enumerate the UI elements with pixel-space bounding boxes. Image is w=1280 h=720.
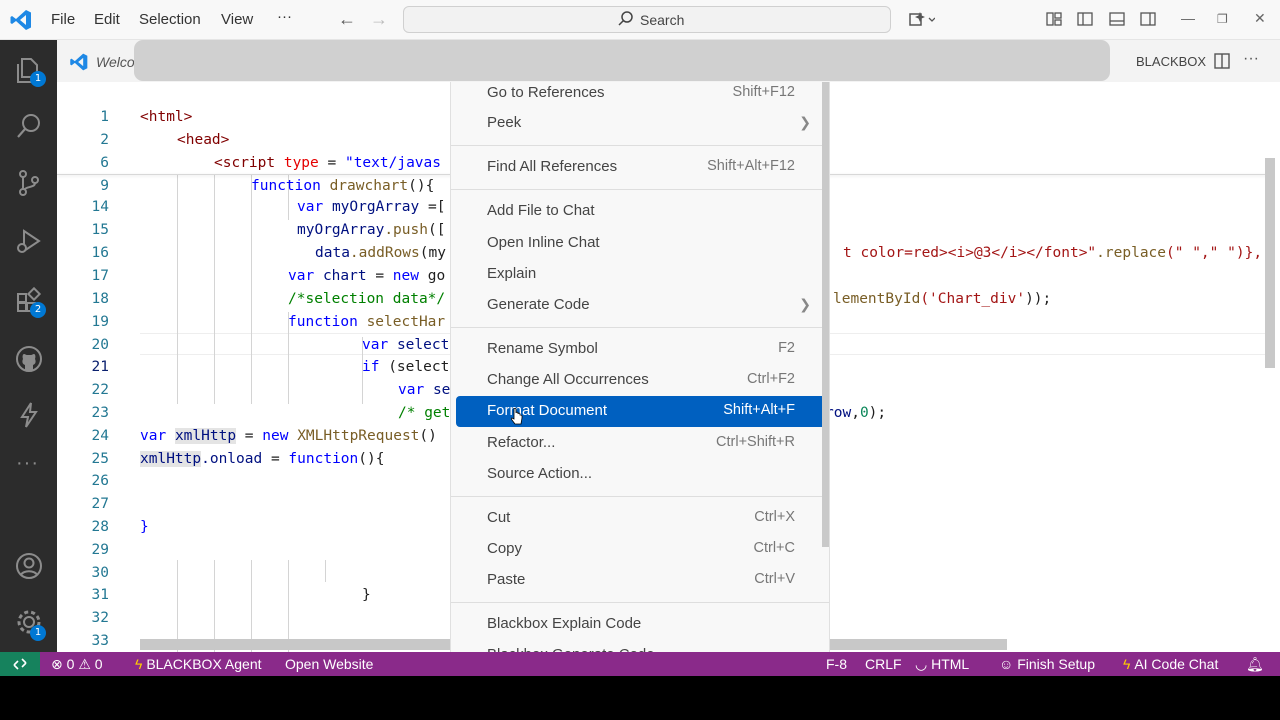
run-debug-icon[interactable] bbox=[14, 226, 44, 256]
menu-item-rename-symbol[interactable]: Rename Symbol F2 bbox=[456, 334, 826, 365]
blackbox-agent-label: BLACKBOX Agent bbox=[146, 656, 262, 672]
forward-arrow-icon[interactable]: → bbox=[370, 9, 388, 30]
chevron-right-icon: ❯ bbox=[799, 296, 811, 312]
explorer-badge: 1 bbox=[30, 71, 46, 87]
command-search-box[interactable]: Search bbox=[403, 6, 891, 33]
restore-icon[interactable]: ❐ bbox=[1217, 12, 1228, 26]
source-control-icon[interactable] bbox=[14, 168, 44, 198]
menu-item-open-inline-chat[interactable]: Open Inline Chat bbox=[456, 228, 826, 259]
menu-item-refactor[interactable]: Refactor... Ctrl+Shift+R bbox=[456, 428, 826, 459]
finish-setup-label: Finish Setup bbox=[1017, 656, 1096, 672]
eol-item[interactable]: CRLF bbox=[865, 656, 902, 672]
menu-item-copy[interactable]: Copy Ctrl+C bbox=[456, 534, 826, 565]
remote-icon bbox=[13, 658, 27, 670]
menu-separator bbox=[451, 327, 829, 328]
status-bar: ⊗ 0 ⚠ 0 ϟ BLACKBOX Agent Open Website F-… bbox=[0, 652, 1280, 676]
menu-item-generate-code[interactable]: Generate Code ❯ bbox=[456, 290, 826, 321]
language-item[interactable]: ◡ HTML bbox=[915, 656, 969, 673]
toggle-panel-icon[interactable] bbox=[1108, 10, 1126, 28]
menu-item-change-all-occurrences[interactable]: Change All Occurrences Ctrl+F2 bbox=[456, 365, 826, 396]
title-bar: File Edit Selection View ··· ← → Search bbox=[0, 0, 1280, 40]
minimize-icon[interactable]: — bbox=[1181, 10, 1195, 26]
menu-item-find-all-references[interactable]: Find All References Shift+Alt+F12 bbox=[456, 152, 826, 183]
bolt-icon: ϟ bbox=[1123, 656, 1131, 672]
blackbox-panel-label[interactable]: BLACKBOX bbox=[1136, 54, 1206, 69]
toggle-primary-sidebar-icon[interactable] bbox=[1076, 10, 1094, 28]
mouse-cursor-icon bbox=[511, 408, 523, 425]
menu-item-peek[interactable]: Peek ❯ bbox=[456, 108, 826, 139]
bolt-icon: ϟ bbox=[135, 656, 143, 672]
problems-indicator[interactable]: ⊗ 0 ⚠ 0 bbox=[51, 656, 103, 673]
extensions-badge: 2 bbox=[30, 302, 46, 318]
menu-more[interactable]: ··· bbox=[277, 8, 292, 25]
menu-item-go-to-references[interactable]: Go to References Shift+F12 bbox=[456, 82, 826, 109]
back-arrow-icon[interactable]: ← bbox=[338, 9, 356, 30]
toggle-secondary-sidebar-icon[interactable] bbox=[1139, 10, 1157, 28]
error-icon: ⊗ bbox=[51, 656, 63, 672]
language-label: HTML bbox=[931, 656, 970, 672]
open-website-item[interactable]: Open Website bbox=[285, 656, 373, 672]
more-actions-icon[interactable]: ··· bbox=[1243, 50, 1259, 68]
menu-separator bbox=[451, 602, 829, 603]
menu-item-add-file-to-chat[interactable]: Add File to Chat bbox=[456, 196, 826, 227]
menu-item-cut[interactable]: Cut Ctrl+X bbox=[456, 503, 826, 534]
search-icon[interactable] bbox=[14, 111, 44, 141]
github-icon[interactable] bbox=[14, 344, 44, 374]
menu-file[interactable]: File bbox=[51, 11, 75, 28]
remote-indicator[interactable] bbox=[0, 652, 40, 676]
error-count: 0 bbox=[66, 656, 75, 672]
context-menu-scrollbar[interactable] bbox=[822, 82, 829, 547]
menu-separator bbox=[451, 189, 829, 190]
spinner-icon: ◡ bbox=[915, 656, 928, 672]
warning-count: 0 bbox=[94, 656, 103, 672]
menu-item-source-action[interactable]: Source Action... bbox=[456, 459, 826, 490]
finish-setup-item[interactable]: ☺ Finish Setup bbox=[999, 656, 1095, 672]
ai-code-chat-item[interactable]: ϟ AI Code Chat bbox=[1123, 656, 1218, 672]
menu-separator bbox=[451, 145, 829, 146]
menu-item-explain[interactable]: Explain bbox=[456, 259, 826, 290]
vscode-tab-icon bbox=[70, 53, 88, 71]
more-views-icon[interactable]: ··· bbox=[16, 452, 39, 475]
notifications-bell-icon[interactable]: 🔔︎ bbox=[1246, 656, 1264, 673]
menu-item-paste[interactable]: Paste Ctrl+V bbox=[456, 565, 826, 596]
activity-bar: 1 2 ··· 1 bbox=[0, 40, 57, 652]
vscode-logo-icon bbox=[10, 10, 31, 30]
editor-tab-strip: Welco BLACKBOX ··· bbox=[57, 40, 1280, 82]
menu-item-blackbox-explain-code[interactable]: Blackbox Explain Code bbox=[456, 609, 826, 640]
menu-edit[interactable]: Edit bbox=[94, 11, 120, 28]
blackbox-bolt-icon[interactable] bbox=[14, 400, 44, 430]
chevron-right-icon: ❯ bbox=[799, 114, 811, 130]
tab-welcome[interactable]: Welco bbox=[96, 54, 135, 70]
editor-context-menu: Go to References Shift+F12 Peek ❯ Find All… bbox=[450, 82, 830, 676]
settings-badge: 1 bbox=[30, 625, 46, 641]
copilot-icon: ☺ bbox=[999, 656, 1014, 672]
menu-view[interactable]: View bbox=[221, 11, 253, 28]
menu-separator bbox=[451, 496, 829, 497]
close-icon[interactable]: ✕ bbox=[1254, 10, 1266, 27]
customize-layout-icon[interactable] bbox=[1045, 10, 1063, 28]
vertical-scrollbar[interactable] bbox=[1265, 158, 1275, 368]
menu-selection[interactable]: Selection bbox=[139, 11, 201, 28]
search-label: Search bbox=[640, 12, 685, 28]
split-editor-icon[interactable] bbox=[1213, 52, 1231, 70]
vscode-window: File Edit Selection View ··· ← → Search bbox=[0, 0, 1280, 676]
ai-code-chat-label: AI Code Chat bbox=[1134, 656, 1219, 672]
encoding-item[interactable]: F-8 bbox=[826, 656, 847, 672]
copilot-sparkle-icon[interactable] bbox=[907, 10, 935, 28]
search-icon bbox=[618, 11, 633, 26]
warning-icon: ⚠ bbox=[78, 656, 91, 672]
quick-input-overlay bbox=[134, 40, 1110, 81]
accounts-icon[interactable] bbox=[14, 551, 44, 581]
blackbox-agent-item[interactable]: ϟ BLACKBOX Agent bbox=[135, 656, 262, 672]
